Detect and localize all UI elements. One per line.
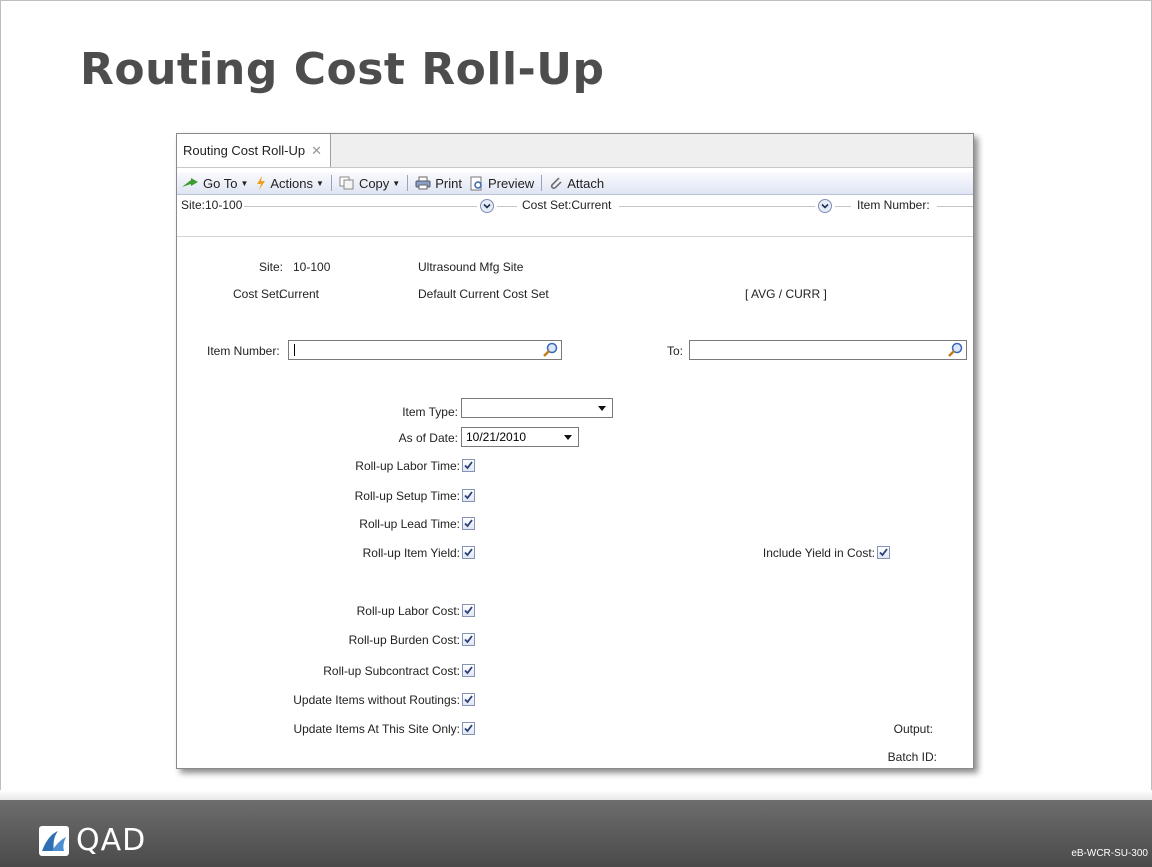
update-without-routings-label: Update Items without Routings: — [293, 693, 460, 707]
filter-divider — [937, 206, 973, 207]
rollup-labor-time-checkbox[interactable] — [462, 459, 475, 472]
batch-id-label: Batch ID: — [887, 750, 937, 764]
tab-label: Routing Cost Roll-Up — [183, 143, 306, 158]
attach-label: Attach — [567, 175, 605, 191]
rollup-lead-time-checkbox[interactable] — [462, 517, 475, 530]
include-yield-checkbox[interactable] — [877, 546, 890, 559]
goto-icon — [182, 178, 198, 187]
filter-site: Site:10-100 — [179, 198, 245, 212]
rollup-subcontract-cost-label: Roll-up Subcontract Cost: — [323, 664, 460, 678]
expand-circle-icon[interactable] — [818, 199, 832, 213]
cost-method: [ AVG / CURR ] — [745, 287, 827, 301]
cost-set-description: Default Current Cost Set — [418, 287, 549, 301]
chevron-down-icon[interactable] — [564, 435, 572, 440]
item-type-label: Item Type: — [402, 405, 458, 419]
slide-code: eB-WCR-SU-300 — [1071, 848, 1148, 859]
lightning-icon — [257, 176, 266, 190]
update-this-site-label: Update Items At This Site Only: — [293, 722, 460, 736]
as-of-date-label: As of Date: — [398, 431, 458, 445]
slide-title: Routing Cost Roll-Up — [80, 44, 605, 95]
cost-set-value: Current — [279, 287, 320, 301]
toolbar-separator — [330, 175, 332, 191]
rollup-burden-cost-label: Roll-up Burden Cost: — [348, 633, 460, 647]
site-description: Ultrasound Mfg Site — [418, 260, 524, 274]
rollup-setup-time-checkbox[interactable] — [462, 489, 475, 502]
include-yield-label: Include Yield in Cost: — [762, 546, 875, 560]
actions-button[interactable]: Actions ▼ — [252, 172, 328, 194]
search-icon[interactable] — [947, 342, 963, 358]
to-input[interactable] — [689, 340, 967, 360]
toolbar-separator — [541, 175, 543, 191]
expand-circle-icon[interactable] — [480, 199, 494, 213]
search-icon[interactable] — [542, 342, 558, 358]
preview-label: Preview — [487, 175, 535, 191]
to-label: To: — [667, 344, 684, 358]
copy-icon — [339, 176, 354, 190]
tab-strip: Routing Cost Roll-Up ✕ — [177, 134, 973, 168]
rollup-lead-time-label: Roll-up Lead Time: — [359, 517, 460, 531]
print-button[interactable]: Print — [411, 172, 466, 194]
filter-bar: Site:10-100 Cost Set:Current Item Number… — [177, 196, 973, 216]
filter-divider — [619, 206, 815, 207]
rollup-labor-cost-label: Roll-up Labor Cost: — [356, 604, 460, 618]
rollup-item-yield-label: Roll-up Item Yield: — [362, 546, 460, 560]
as-of-date-picker[interactable]: 10/21/2010 — [461, 427, 579, 447]
chevron-down-icon: ▼ — [392, 178, 401, 188]
routing-cost-rollup-window: Routing Cost Roll-Up ✕ Go To ▼ Actions ▼… — [176, 133, 974, 769]
filter-divider — [835, 206, 851, 207]
section-divider — [177, 236, 973, 237]
attach-button[interactable]: Attach — [545, 172, 608, 194]
chevron-down-icon: ▼ — [240, 178, 249, 188]
print-label: Print — [435, 175, 462, 191]
rollup-burden-cost-checkbox[interactable] — [462, 633, 475, 646]
logo-text: QAD — [76, 823, 147, 858]
update-this-site-checkbox[interactable] — [462, 722, 475, 735]
item-number-label: Item Number: — [207, 344, 280, 358]
rollup-labor-time-label: Roll-up Labor Time: — [355, 459, 460, 473]
copy-label: Copy — [358, 175, 390, 191]
filter-cost-set: Cost Set:Current — [520, 198, 614, 212]
tab-routing-cost-rollup[interactable]: Routing Cost Roll-Up ✕ — [177, 134, 332, 167]
goto-button[interactable]: Go To ▼ — [177, 172, 252, 194]
qad-logo: QAD — [38, 823, 146, 858]
toolbar-separator — [407, 175, 409, 191]
filter-divider — [237, 206, 477, 207]
update-without-routings-checkbox[interactable] — [462, 693, 475, 706]
chevron-down-icon[interactable] — [598, 406, 606, 411]
site-value: 10-100 — [293, 260, 331, 274]
site-label: Site: — [259, 260, 284, 274]
as-of-date-value: 10/21/2010 — [466, 430, 527, 444]
filter-divider — [497, 206, 517, 207]
filter-item-number: Item Number: — [855, 198, 932, 212]
actions-label: Actions — [270, 175, 314, 191]
qad-logo-icon — [39, 825, 69, 856]
paperclip-icon — [551, 177, 562, 190]
rollup-labor-cost-checkbox[interactable] — [462, 604, 475, 617]
output-label: Output: — [893, 722, 933, 736]
goto-label: Go To — [203, 175, 238, 191]
toolbar: Go To ▼ Actions ▼ Copy ▼ Print Preview A… — [177, 172, 973, 195]
preview-icon — [470, 176, 482, 190]
copy-button[interactable]: Copy ▼ — [335, 172, 404, 194]
close-icon[interactable]: ✕ — [311, 143, 322, 159]
printer-icon — [415, 176, 431, 190]
cost-set-label: Cost Set: — [233, 287, 283, 301]
item-type-select[interactable] — [461, 398, 613, 418]
preview-button[interactable]: Preview — [466, 172, 538, 194]
rollup-setup-time-label: Roll-up Setup Time: — [354, 489, 460, 503]
chevron-down-icon: ▼ — [316, 178, 324, 188]
item-number-input[interactable] — [288, 340, 562, 360]
footer-bar — [0, 800, 1152, 867]
rollup-subcontract-cost-checkbox[interactable] — [462, 664, 475, 677]
text-cursor — [294, 344, 295, 356]
rollup-item-yield-checkbox[interactable] — [462, 546, 475, 559]
